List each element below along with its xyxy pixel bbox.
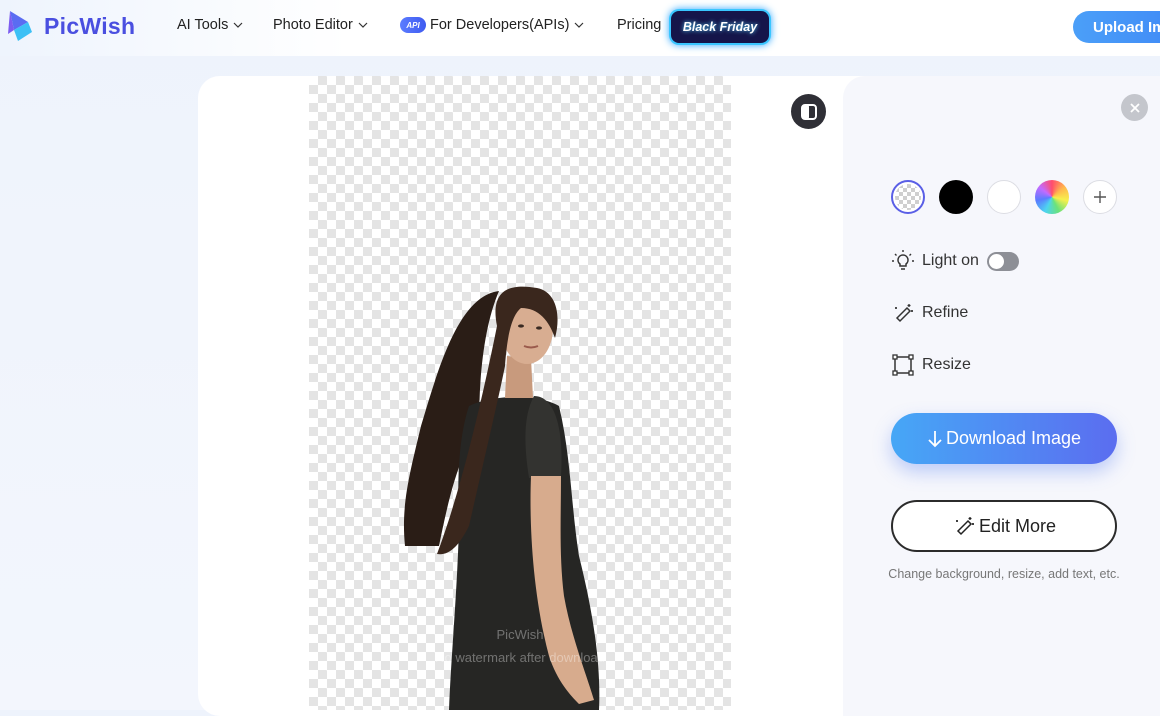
magic-wand-icon — [955, 517, 974, 536]
plus-icon — [1094, 191, 1106, 203]
chevron-down-icon — [233, 22, 243, 28]
nav-pricing[interactable]: Pricing — [617, 17, 661, 33]
download-image-label: Download Image — [945, 428, 1082, 448]
refine-tool[interactable]: Refine — [891, 301, 968, 325]
compare-toggle-button[interactable] — [791, 94, 826, 129]
nav-photo-editor-label: Photo Editor — [273, 17, 353, 33]
magic-wand-icon — [895, 304, 913, 323]
light-on-label: Light on — [922, 252, 979, 269]
lightbulb-icon — [892, 250, 914, 270]
nav-developers-label: For Developers(APIs) — [430, 17, 570, 33]
checkerboard-icon — [895, 184, 921, 210]
close-icon — [1129, 102, 1140, 113]
resize-icon — [892, 354, 914, 376]
brand-name: PicWish — [44, 12, 136, 39]
upload-image-button[interactable]: Upload Im — [1073, 11, 1160, 43]
resize-label: Resize — [922, 356, 971, 373]
toggle-knob — [988, 253, 1004, 269]
light-on-toggle[interactable] — [986, 251, 1019, 271]
background-color-picker-swatch[interactable] — [1035, 180, 1069, 214]
refine-label: Refine — [922, 304, 969, 321]
black-friday-badge[interactable]: Black Friday — [671, 11, 769, 43]
chevron-down-icon — [358, 22, 368, 28]
background-transparent-swatch[interactable] — [891, 180, 925, 214]
compare-icon — [800, 103, 817, 120]
watermark-note: No watermark after download — [435, 650, 605, 665]
api-badge: API — [400, 17, 426, 33]
background-white-swatch[interactable] — [987, 180, 1021, 214]
nav-ai-tools-label: AI Tools — [177, 17, 229, 33]
edit-more-button[interactable]: Edit More — [891, 500, 1117, 552]
light-on-row: Light on — [891, 249, 1019, 273]
image-canvas: PicWish No watermark after download — [309, 76, 731, 710]
watermark-brand: PicWish — [496, 627, 544, 642]
background-black-swatch[interactable] — [939, 180, 973, 214]
close-button[interactable] — [1121, 94, 1148, 121]
download-image-button[interactable]: Download Image — [891, 413, 1117, 464]
nav-pricing-label: Pricing — [617, 17, 662, 33]
options-panel — [843, 76, 1160, 716]
top-nav-bar: PicWish AI Tools Photo Editor API For De… — [0, 0, 1160, 56]
resize-tool[interactable]: Resize — [891, 353, 971, 377]
picwish-logo-icon — [8, 11, 32, 41]
picwish-logo[interactable]: PicWish — [6, 8, 135, 44]
chevron-down-icon — [574, 22, 584, 28]
download-arrow-icon — [928, 430, 942, 447]
nav-developers[interactable]: API For Developers(APIs) — [400, 17, 584, 33]
edit-more-label: Edit More — [978, 515, 1057, 536]
cutout-subject-image — [403, 286, 600, 710]
nav-ai-tools[interactable]: AI Tools — [177, 17, 243, 33]
nav-photo-editor[interactable]: Photo Editor — [273, 17, 368, 33]
edit-more-description: Change background, resize, add text, etc… — [888, 567, 1120, 581]
add-background-button[interactable] — [1083, 180, 1117, 214]
